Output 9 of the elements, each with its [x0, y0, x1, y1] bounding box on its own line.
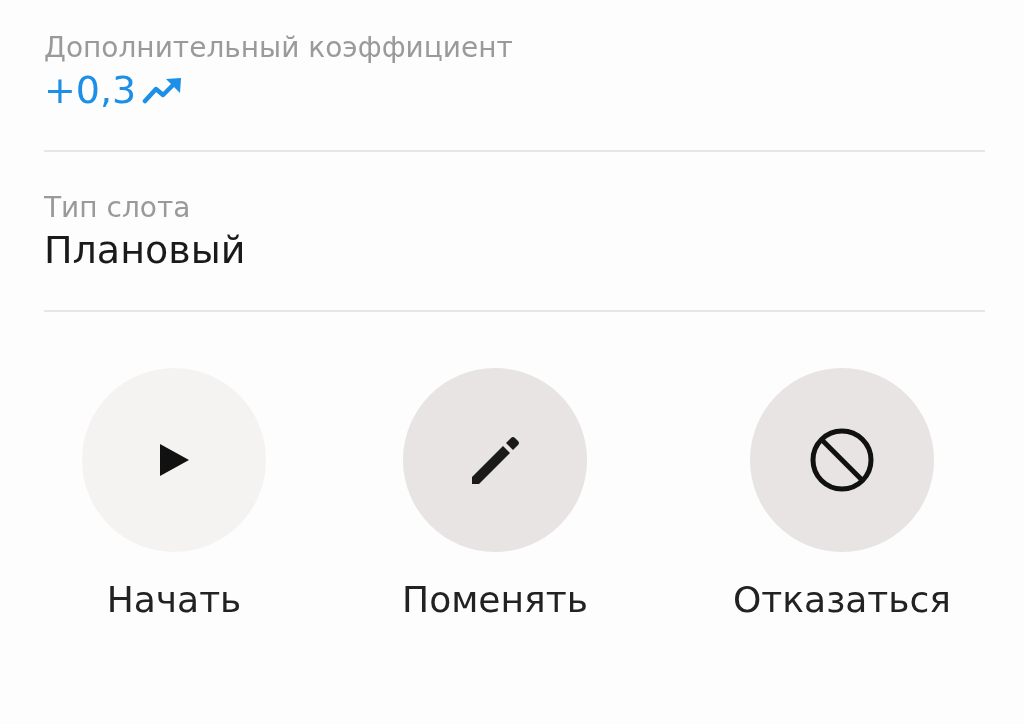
- field-label: Тип слота: [44, 190, 192, 226]
- field-label: Дополнительный коэффициент: [44, 30, 514, 66]
- field-value: Плановый: [44, 227, 246, 274]
- action-label: Начать: [106, 578, 242, 622]
- field-value: +0,3: [44, 67, 137, 114]
- play-icon: [158, 443, 190, 477]
- action-label: Поменять: [402, 578, 588, 622]
- action-label: Отказаться: [733, 578, 951, 622]
- prohibited-icon: [809, 427, 875, 493]
